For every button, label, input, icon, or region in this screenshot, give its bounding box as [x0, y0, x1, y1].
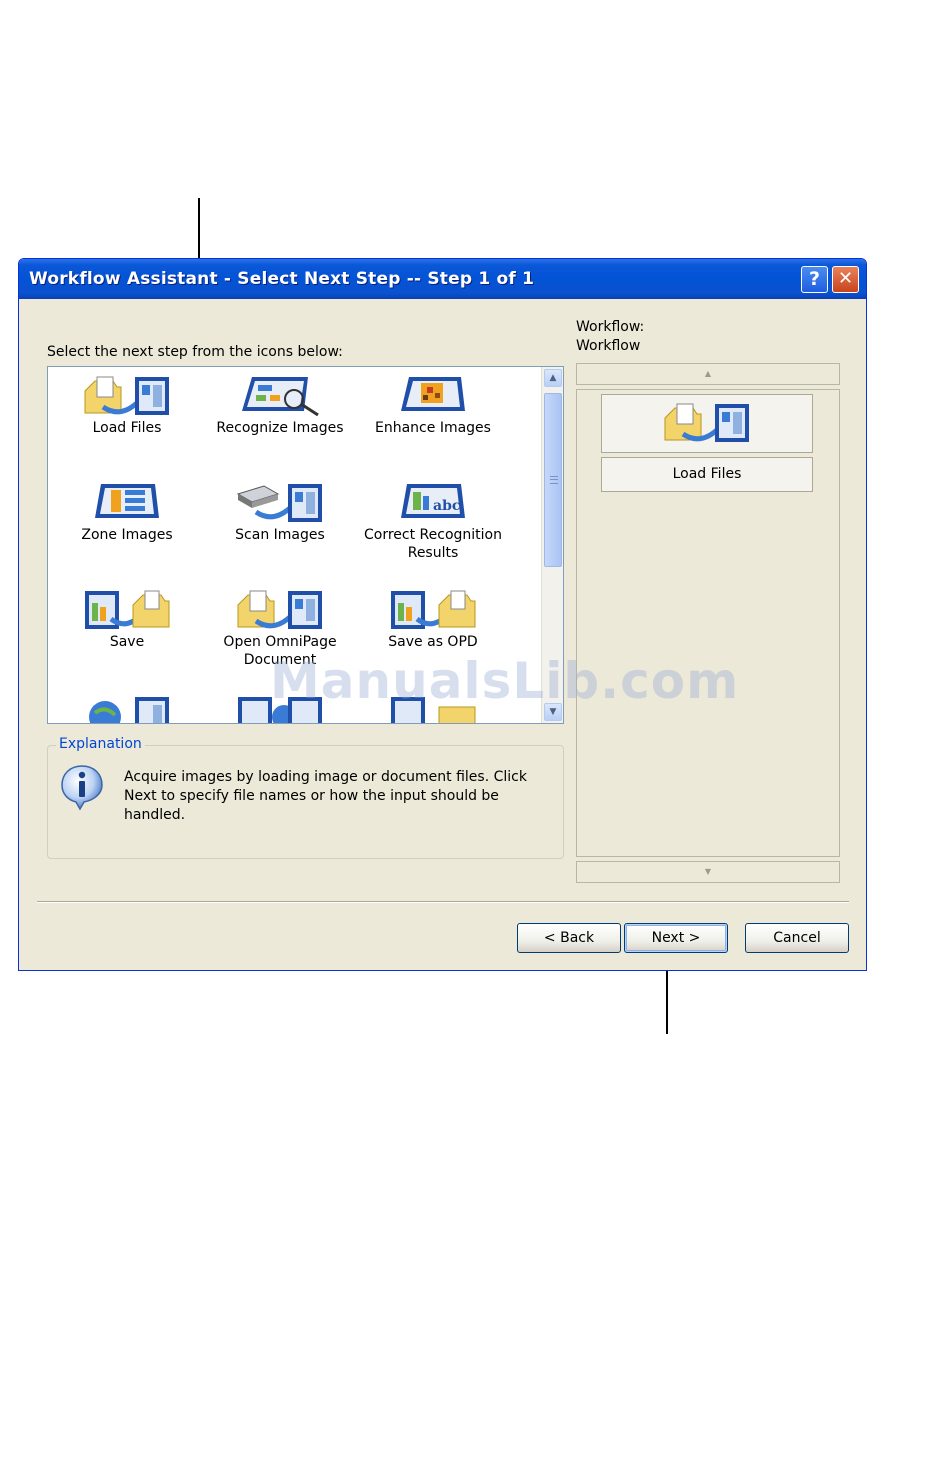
scan-images-icon	[236, 484, 322, 522]
step-icons-list[interactable]: Load Files Recognize Images Enhance Imag…	[47, 366, 564, 724]
workflow-name: Workflow	[576, 338, 641, 354]
correct-recognition-icon: abc	[401, 484, 465, 518]
separator	[37, 901, 849, 903]
step-label: Open OmniPage Document	[223, 634, 337, 668]
window-title: Workflow Assistant - Select Next Step --…	[29, 269, 535, 289]
web-export-icon	[89, 697, 169, 723]
explanation-group: Explanation Acquire images by loading im…	[47, 736, 564, 859]
step-label: Scan Images	[235, 527, 325, 543]
explanation-text: Acquire images by loading image or docum…	[124, 769, 527, 823]
back-button[interactable]: < Back	[517, 923, 621, 953]
step-open-omnipage[interactable]: Open OmniPage Document	[205, 587, 355, 669]
workflow-scroll-down[interactable]: ▼	[576, 861, 840, 883]
zone-images-icon	[95, 484, 159, 518]
arrow-down-icon: ▼	[704, 867, 712, 876]
step-label: Load Files	[92, 420, 162, 436]
recognize-images-icon	[242, 377, 319, 417]
load-files-icon	[664, 403, 749, 442]
scroll-down-button[interactable]: ▼	[544, 703, 562, 721]
icons-scrollbar[interactable]: ▲ ▼	[541, 367, 563, 723]
workflow-step-icon-box[interactable]	[601, 394, 813, 453]
workflow-step-label[interactable]: Load Files	[601, 457, 813, 492]
workflow-assistant-dialog: Workflow Assistant - Select Next Step --…	[18, 258, 867, 971]
step-label: Recognize Images	[216, 420, 344, 436]
scroll-up-button[interactable]: ▲	[544, 369, 562, 387]
enhance-images-icon	[401, 377, 465, 411]
svg-text:abc: abc	[433, 498, 460, 514]
workflow-label: Workflow:	[576, 319, 645, 335]
step-load-files[interactable]: Load Files	[52, 373, 202, 437]
step-save[interactable]: Save	[52, 587, 202, 651]
grip-icon	[550, 476, 558, 484]
workflow-pane: Load Files	[576, 389, 840, 857]
info-icon	[61, 765, 103, 811]
step-label: Enhance Images	[375, 420, 491, 436]
mail-export-icon	[391, 697, 476, 723]
step-correct-recognition[interactable]: abc Correct Recognition Results	[358, 480, 508, 562]
step-partial-3[interactable]	[358, 693, 508, 723]
arrow-up-icon: ▲	[704, 369, 712, 378]
step-partial-1[interactable]	[52, 693, 202, 723]
explanation-legend: Explanation	[56, 736, 145, 752]
step-label: Save	[109, 634, 145, 650]
step-scan-images[interactable]: Scan Images	[205, 480, 355, 544]
step-zone-images[interactable]: Zone Images	[52, 480, 202, 544]
step-label: Save as OPD	[388, 634, 478, 650]
close-button[interactable]: ✕	[832, 266, 859, 293]
scroll-thumb[interactable]	[544, 393, 562, 567]
step-enhance-images[interactable]: Enhance Images	[358, 373, 508, 437]
load-files-icon	[84, 376, 169, 415]
workflow-scroll-up[interactable]: ▲	[576, 363, 840, 385]
step-partial-2[interactable]	[205, 693, 355, 723]
document-transfer-icon	[238, 697, 322, 723]
step-label: Zone Images	[81, 527, 173, 543]
instruction-label: Select the next step from the icons belo…	[47, 344, 343, 360]
step-save-as-opd[interactable]: Save as OPD	[358, 587, 508, 651]
cancel-button[interactable]: Cancel	[745, 923, 849, 953]
open-omnipage-icon	[237, 590, 322, 629]
next-button[interactable]: Next >	[624, 923, 728, 953]
save-icon	[85, 590, 170, 629]
title-bar: Workflow Assistant - Select Next Step --…	[19, 259, 866, 299]
step-recognize-images[interactable]: Recognize Images	[205, 373, 355, 437]
help-button[interactable]: ?	[801, 266, 828, 293]
step-label: Correct Recognition Results	[364, 527, 502, 561]
save-as-opd-icon	[391, 590, 476, 629]
